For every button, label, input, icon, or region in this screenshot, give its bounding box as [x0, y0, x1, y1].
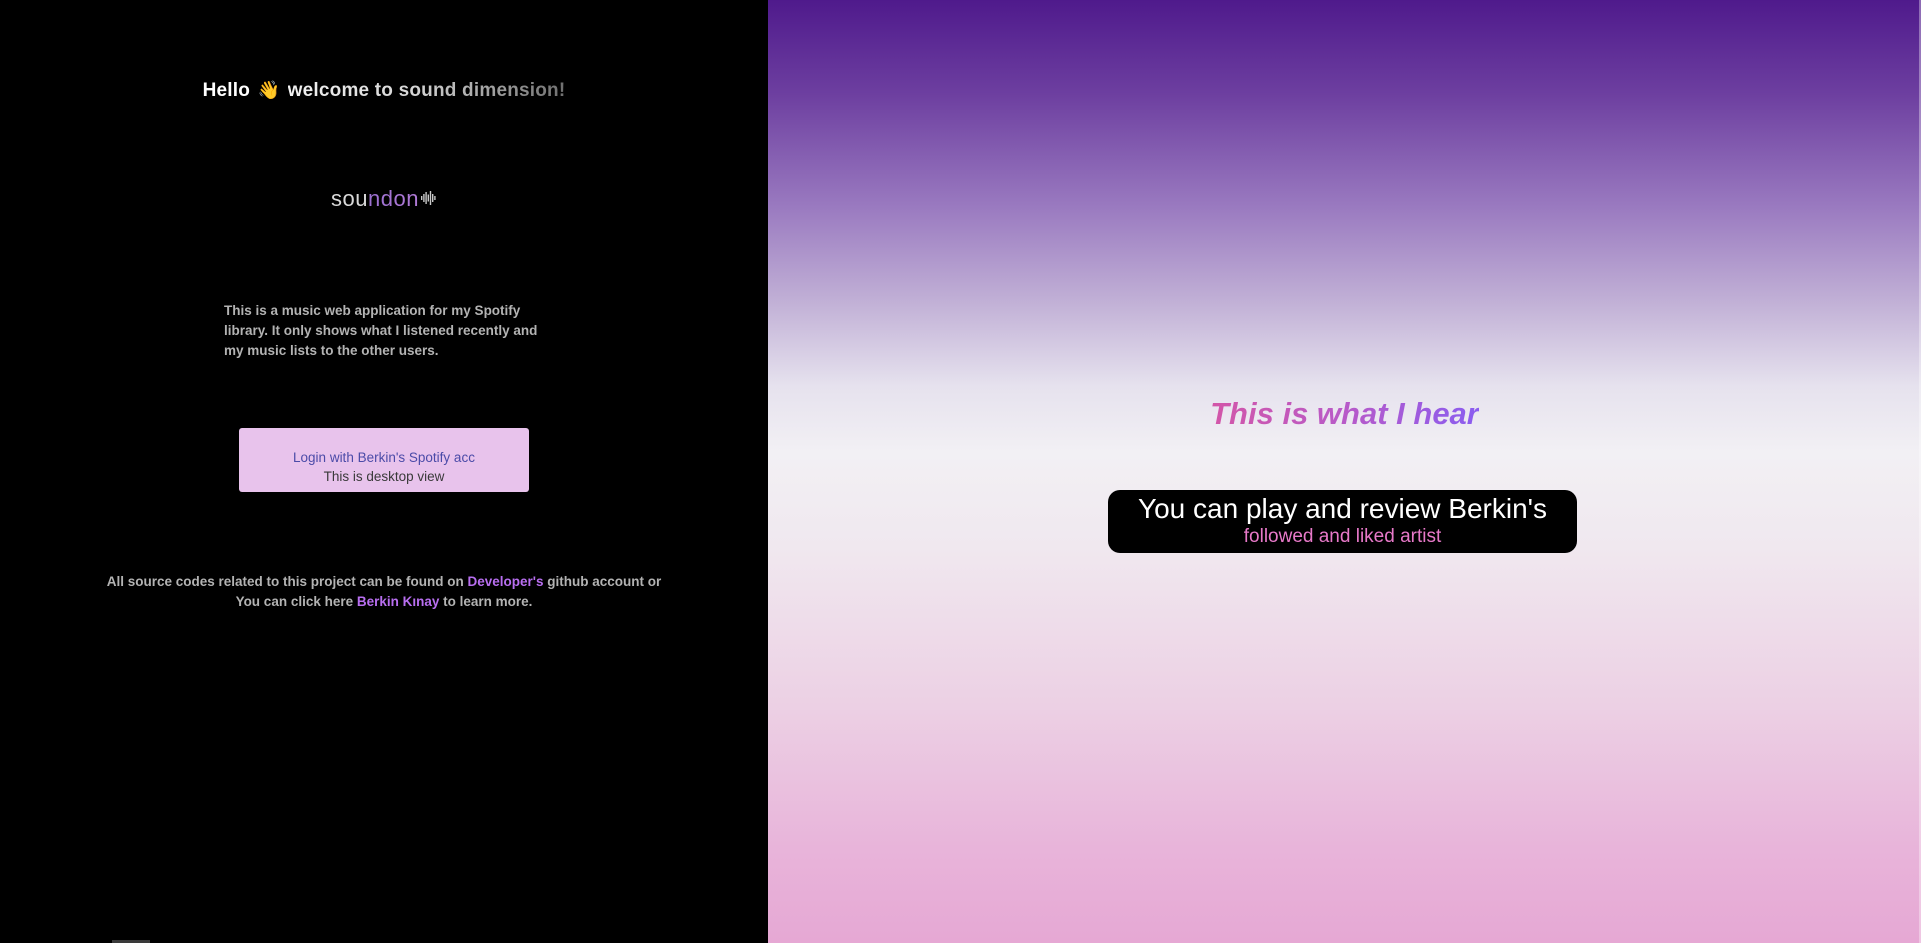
right-panel: This is what I hear You can play and rev…	[768, 0, 1921, 943]
greeting-hello: Hello	[202, 80, 251, 101]
logo-text-b: ndon	[368, 186, 419, 211]
footer-line1-suffix: github account or	[543, 574, 662, 589]
left-panel: Hello 👋 welcome to sound dimension! soun…	[0, 0, 768, 943]
footer-line-1: All source codes related to this project…	[0, 572, 768, 592]
hero-headline-text: This is what I hear	[1210, 396, 1479, 431]
soundwave-icon	[420, 185, 437, 211]
footer-info: All source codes related to this project…	[0, 572, 768, 612]
hero-headline: This is what I hear	[768, 396, 1921, 432]
footer-line2-suffix: to learn more.	[439, 594, 533, 609]
spotify-login-button[interactable]: Login with Berkin's Spotify acc This is …	[239, 428, 529, 492]
app-logo: soundon	[0, 186, 768, 212]
developer-github-link[interactable]: Developer's	[468, 574, 544, 589]
logo-text-a: sou	[331, 186, 369, 211]
footer-line2-prefix: You can click here	[235, 594, 357, 609]
greeting-welcome: welcome to sound dimension!	[287, 80, 566, 101]
footer-line1-prefix: All source codes related to this project…	[106, 574, 468, 589]
hero-info-main: You can play and review Berkin's	[1138, 493, 1547, 524]
hero-info-sub: followed and liked artist	[1243, 526, 1442, 547]
hero-info-box: You can play and review Berkin's followe…	[1108, 490, 1577, 553]
page: Hello 👋 welcome to sound dimension! soun…	[0, 0, 1921, 943]
login-button-sublabel: This is desktop view	[323, 468, 445, 484]
waving-hand-icon: 👋	[257, 80, 281, 100]
greeting: Hello 👋 welcome to sound dimension!	[0, 80, 768, 102]
author-profile-link[interactable]: Berkin Kınay	[357, 594, 440, 609]
footer-line-2: You can click here Berkin Kınay to learn…	[0, 592, 768, 612]
app-description: This is a music web application for my S…	[224, 302, 538, 358]
login-button-label: Login with Berkin's Spotify acc	[293, 449, 475, 465]
